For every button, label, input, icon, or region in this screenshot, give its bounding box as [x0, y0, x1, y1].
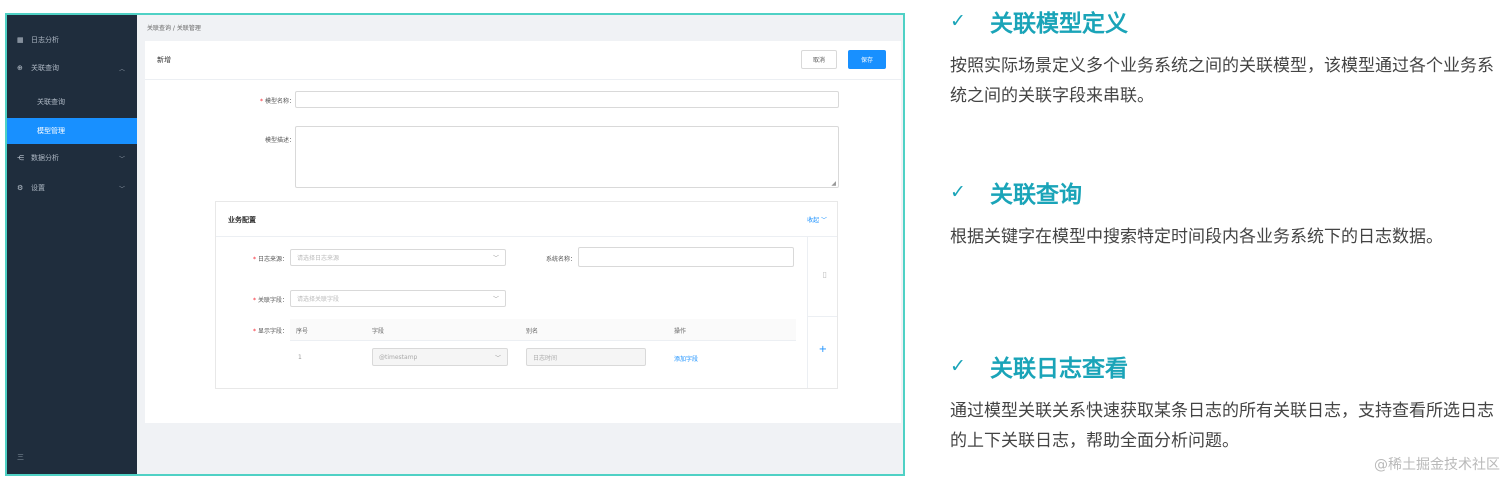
config-side-actions — [807, 236, 837, 388]
column-header: 操作 — [674, 328, 687, 335]
model-desc-label: 模型描述： — [264, 137, 295, 144]
save-button[interactable]: 保存 — [848, 50, 886, 69]
trash-icon[interactable]: ▯ — [823, 270, 827, 279]
add-field-link[interactable]: 添加字段 — [674, 354, 698, 363]
sidebar-item-label: 日志分析 — [31, 36, 59, 44]
log-source-label: * 日志来源： — [252, 256, 288, 263]
table-header: 序号 字段 别名 操作 — [290, 319, 796, 341]
link-field-select[interactable]: 请选择关联字段 ﹀ — [290, 290, 506, 307]
model-desc-textarea[interactable]: ◢ — [295, 126, 839, 188]
sidebar-item-data-analysis[interactable]: ⋲ 数据分析 ﹀ — [7, 145, 137, 171]
cancel-button[interactable]: 取消 — [801, 50, 837, 69]
sidebar-subitem-model-manage[interactable]: 模型管理 — [7, 118, 137, 144]
sidebar-item-log-analysis[interactable]: ▦ 日志分析 — [7, 27, 137, 53]
plus-icon[interactable]: + — [819, 344, 827, 355]
column-header: 序号 — [296, 328, 309, 335]
divider — [145, 79, 901, 80]
chevron-down-icon: ﹀ — [494, 354, 501, 362]
feature-model-definition: ✓ 关联模型定义 按照实际场景定义多个业务系统之间的关联模型，该模型通过各个业务… — [950, 6, 1502, 111]
sidebar-item-label: 关联查询 — [37, 98, 65, 106]
checkmark-icon: ✓ — [950, 181, 966, 203]
feature-title: 关联日志查看 — [990, 356, 1128, 382]
sidebar-item-label: 模型管理 — [37, 127, 65, 135]
chevron-down-icon: ﹀ — [118, 185, 125, 193]
watermark: @稀土掘金技术社区 — [1374, 457, 1500, 473]
business-config-panel: 业务配置 收起 ﹀ ▯ + * 日志来源： 请选择日志来源 ﹀ 系统名称： * 关联… — [215, 201, 838, 389]
feature-description: 通过模型关联关系快速获取某条日志的所有关联日志，支持查看所选日志的上下关联日志，… — [950, 401, 1494, 451]
breadcrumb: 关联查询 / 关联管理 — [147, 25, 201, 32]
config-title: 业务配置 — [228, 216, 256, 224]
table-icon: ▦ — [17, 36, 24, 44]
chevron-up-icon: ︿ — [118, 65, 125, 73]
feature-log-view: ✓ 关联日志查看 通过模型关联关系快速获取某条日志的所有关联日志，支持查看所选日… — [950, 351, 1502, 456]
system-name-input[interactable] — [578, 247, 794, 267]
divider — [216, 236, 837, 237]
feature-correlation-query: ✓ 关联查询 根据关键字在模型中搜索特定时间段内各业务系统下的日志数据。 — [950, 177, 1502, 252]
link-icon: ⊕ — [17, 64, 23, 72]
share-icon: ⋲ — [17, 154, 24, 162]
feature-title: 关联模型定义 — [990, 11, 1128, 37]
sidebar: ▦ 日志分析 ⊕ 关联查询 ︿ 关联查询 模型管理 ⋲ 数据分析 ﹀ ⚙ 设置 … — [7, 15, 137, 474]
form-card: 新增 取消 保存 * 模型名称： 模型描述： ◢ 业务配置 收起 ﹀ ▯ + * 日… — [145, 41, 901, 423]
model-name-label: * 模型名称： — [259, 98, 295, 105]
collapse-icon[interactable]: 三 — [17, 452, 24, 462]
link-field-label: * 关联字段： — [252, 297, 288, 304]
sidebar-item-correlation[interactable]: ⊕ 关联查询 ︿ — [7, 55, 137, 81]
feature-title: 关联查询 — [990, 182, 1082, 208]
system-name-label: 系统名称： — [545, 256, 576, 263]
collapse-toggle[interactable]: 收起 ﹀ — [807, 215, 827, 224]
row-index: 1 — [298, 354, 302, 361]
display-field-label: * 显示字段： — [252, 328, 288, 335]
chevron-down-icon: ﹀ — [492, 255, 499, 262]
sidebar-item-label: 设置 — [31, 184, 45, 192]
sidebar-item-label: 关联查询 — [31, 64, 59, 72]
sidebar-subitem-query[interactable]: 关联查询 — [7, 89, 137, 115]
chevron-down-icon: ﹀ — [118, 155, 125, 163]
column-header: 字段 — [372, 328, 385, 335]
log-source-select[interactable]: 请选择日志来源 ﹀ — [290, 249, 506, 266]
divider — [807, 316, 837, 317]
chevron-down-icon: ﹀ — [492, 296, 499, 303]
field-select[interactable]: @timestamp ﹀ — [372, 348, 508, 366]
feature-description: 根据关键字在模型中搜索特定时间段内各业务系统下的日志数据。 — [950, 227, 1443, 247]
checkmark-icon: ✓ — [950, 355, 966, 377]
select-placeholder: 请选择日志来源 — [297, 255, 340, 262]
alias-input[interactable]: 日志时间 — [526, 348, 646, 366]
sidebar-item-settings[interactable]: ⚙ 设置 ﹀ — [7, 175, 137, 201]
column-header: 别名 — [526, 328, 539, 335]
page-title: 新增 — [157, 56, 171, 64]
main-area: 关联查询 / 关联管理 新增 取消 保存 * 模型名称： 模型描述： ◢ 业务配置… — [137, 15, 903, 474]
gear-icon: ⚙ — [17, 184, 24, 192]
sidebar-item-label: 数据分析 — [31, 154, 59, 162]
checkmark-icon: ✓ — [950, 10, 966, 32]
select-placeholder: 请选择关联字段 — [297, 296, 340, 303]
feature-description: 按照实际场景定义多个业务系统之间的关联模型，该模型通过各个业务系统之间的关联字段… — [950, 56, 1494, 106]
resize-handle-icon[interactable]: ◢ — [831, 180, 836, 187]
model-name-input[interactable] — [295, 91, 839, 108]
product-screenshot: ▦ 日志分析 ⊕ 关联查询 ︿ 关联查询 模型管理 ⋲ 数据分析 ﹀ ⚙ 设置 … — [5, 13, 905, 476]
